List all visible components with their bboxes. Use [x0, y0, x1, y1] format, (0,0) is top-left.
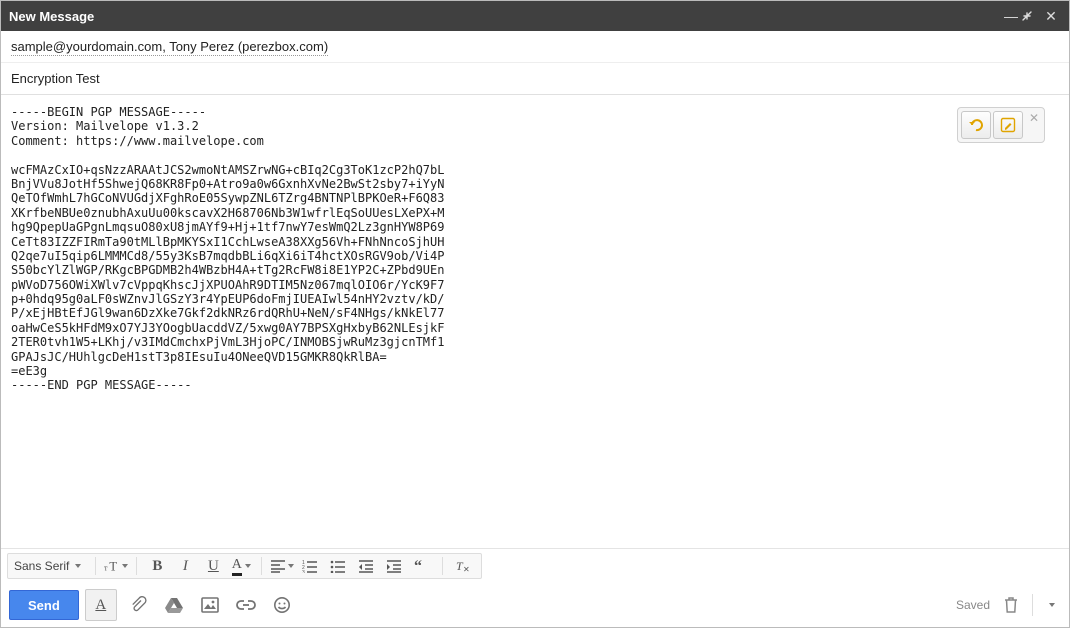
- remove-formatting-button[interactable]: T ✕: [451, 554, 475, 578]
- font-family-label: Sans Serif: [14, 559, 69, 573]
- trash-icon: [1004, 597, 1018, 613]
- underline-button[interactable]: U: [201, 554, 225, 578]
- align-button[interactable]: [270, 554, 294, 578]
- mailvelope-edit-button[interactable]: [993, 111, 1023, 139]
- text-color-button[interactable]: A: [229, 554, 253, 578]
- svg-text:3: 3: [302, 570, 305, 573]
- italic-button[interactable]: I: [173, 554, 197, 578]
- indent-more-button[interactable]: [382, 554, 406, 578]
- mailvelope-toolbar: ✕: [957, 107, 1045, 143]
- emoji-icon: [273, 596, 291, 614]
- subject-text: Encryption Test: [11, 71, 100, 86]
- indent-less-icon: [358, 559, 374, 573]
- bold-button[interactable]: B: [145, 554, 169, 578]
- mailvelope-undo-button[interactable]: [961, 111, 991, 139]
- indent-more-icon: [386, 559, 402, 573]
- link-icon: [236, 599, 256, 611]
- undo-icon: [967, 117, 985, 133]
- insert-drive-button[interactable]: [159, 590, 189, 620]
- insert-emoji-button[interactable]: [267, 590, 297, 620]
- mailvelope-close-button[interactable]: ✕: [1025, 111, 1041, 129]
- send-button[interactable]: Send: [9, 590, 79, 620]
- photo-icon: [201, 597, 219, 613]
- formatting-icon: A: [95, 597, 106, 614]
- discard-draft-button[interactable]: [1000, 590, 1022, 620]
- remove-format-icon: T ✕: [455, 559, 471, 573]
- recipients-field[interactable]: sample@yourdomain.com, Tony Perez (perez…: [1, 31, 1069, 63]
- compose-window: New Message — ✕ sample@yourdomain.com, T…: [0, 0, 1070, 628]
- chevron-down-icon: [288, 564, 294, 568]
- bottom-bar: Send A: [1, 583, 1069, 627]
- minimize-button[interactable]: —: [1001, 8, 1021, 24]
- quote-icon: “: [414, 559, 430, 573]
- chevron-down-icon: [245, 564, 251, 568]
- bulleted-list-icon: [330, 559, 346, 573]
- saved-status: Saved: [956, 598, 990, 612]
- insert-link-button[interactable]: [231, 590, 261, 620]
- window-title: New Message: [9, 9, 94, 24]
- chevron-down-icon: [122, 564, 128, 568]
- chevron-down-icon: [75, 564, 81, 568]
- pencil-icon: [1000, 117, 1016, 133]
- font-family-select[interactable]: Sans Serif: [14, 559, 87, 573]
- pgp-message-text: -----BEGIN PGP MESSAGE----- Version: Mai…: [11, 105, 1059, 393]
- attach-file-button[interactable]: [123, 590, 153, 620]
- more-options-button[interactable]: [1043, 590, 1061, 620]
- header-fields: sample@yourdomain.com, Tony Perez (perez…: [1, 31, 1069, 95]
- font-size-icon: т T: [104, 558, 120, 574]
- font-size-button[interactable]: т T: [104, 554, 128, 578]
- close-button[interactable]: ✕: [1041, 8, 1061, 25]
- svg-text:✕: ✕: [463, 565, 470, 573]
- indent-less-button[interactable]: [354, 554, 378, 578]
- align-left-icon: [270, 559, 286, 573]
- numbered-list-button[interactable]: 1 2 3: [298, 554, 322, 578]
- numbered-list-icon: 1 2 3: [302, 559, 318, 573]
- quote-button[interactable]: “: [410, 554, 434, 578]
- insert-photo-button[interactable]: [195, 590, 225, 620]
- paperclip-icon: [129, 596, 147, 614]
- chevron-down-icon: [1049, 603, 1055, 607]
- formatting-toggle-button[interactable]: A: [85, 589, 117, 621]
- subject-field[interactable]: Encryption Test: [1, 63, 1069, 94]
- formatting-toolbar: Sans Serif т T B I U A: [1, 548, 1069, 583]
- drive-icon: [165, 597, 183, 613]
- svg-text:т: т: [104, 563, 108, 572]
- popout-button[interactable]: [1021, 10, 1041, 22]
- svg-text:“: “: [414, 559, 422, 573]
- titlebar: New Message — ✕: [1, 1, 1069, 31]
- recipients-text: sample@yourdomain.com, Tony Perez (perez…: [11, 39, 328, 56]
- body-area[interactable]: -----BEGIN PGP MESSAGE----- Version: Mai…: [1, 95, 1069, 548]
- svg-text:T: T: [110, 559, 118, 573]
- bulleted-list-button[interactable]: [326, 554, 350, 578]
